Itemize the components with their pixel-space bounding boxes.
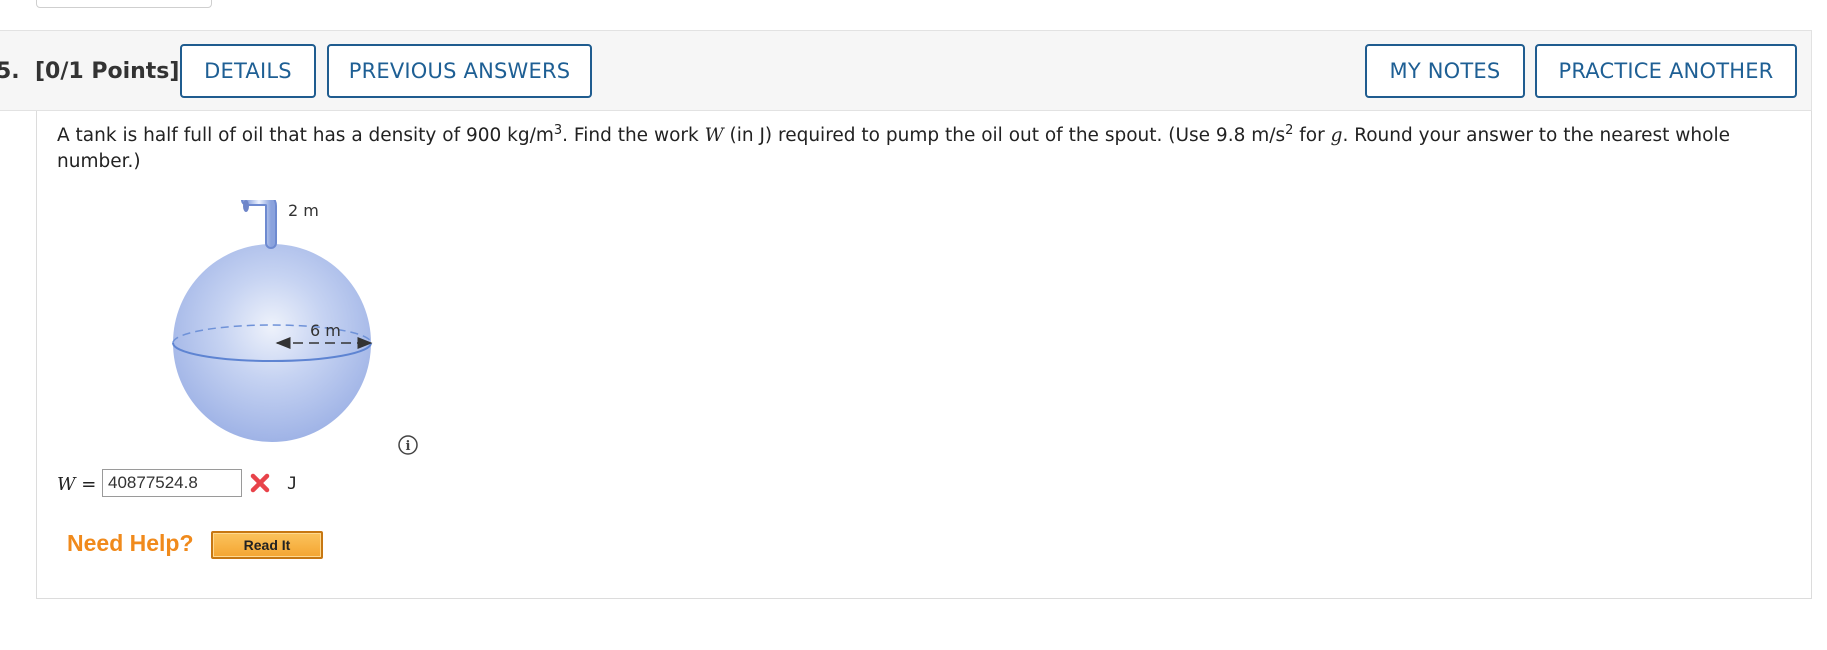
answer-unit: J <box>287 474 298 494</box>
details-button[interactable]: DETAILS <box>180 44 316 98</box>
question-body: A tank is half full of oil that has a de… <box>36 111 1812 599</box>
question-header: 5. [0/1 Points] DETAILS PREVIOUS ANSWERS… <box>0 30 1812 111</box>
previous-answer-box <box>36 0 212 8</box>
previous-answers-button[interactable]: PREVIOUS ANSWERS <box>327 44 592 98</box>
answer-input[interactable] <box>102 469 242 497</box>
need-help-label: Need Help? <box>67 530 194 556</box>
question-number: 5. [0/1 Points] <box>0 59 180 84</box>
read-it-button[interactable]: Read It <box>211 531 323 559</box>
practice-another-button[interactable]: PRACTICE ANOTHER <box>1535 44 1797 98</box>
red-x-icon <box>250 473 270 493</box>
spout-height-label: 2 m <box>288 201 319 220</box>
question-text: A tank is half full of oil that has a de… <box>57 123 1730 172</box>
spout-pipe <box>243 200 275 247</box>
info-icon[interactable]: i <box>397 434 419 456</box>
spout-opening <box>243 200 249 212</box>
radius-label: 6 m <box>310 321 341 340</box>
svg-text:i: i <box>406 439 411 454</box>
my-notes-button[interactable]: MY NOTES <box>1365 44 1525 98</box>
answer-variable-label: W = <box>57 474 97 495</box>
spherical-tank-figure: 6 m 2 m <box>172 200 373 442</box>
